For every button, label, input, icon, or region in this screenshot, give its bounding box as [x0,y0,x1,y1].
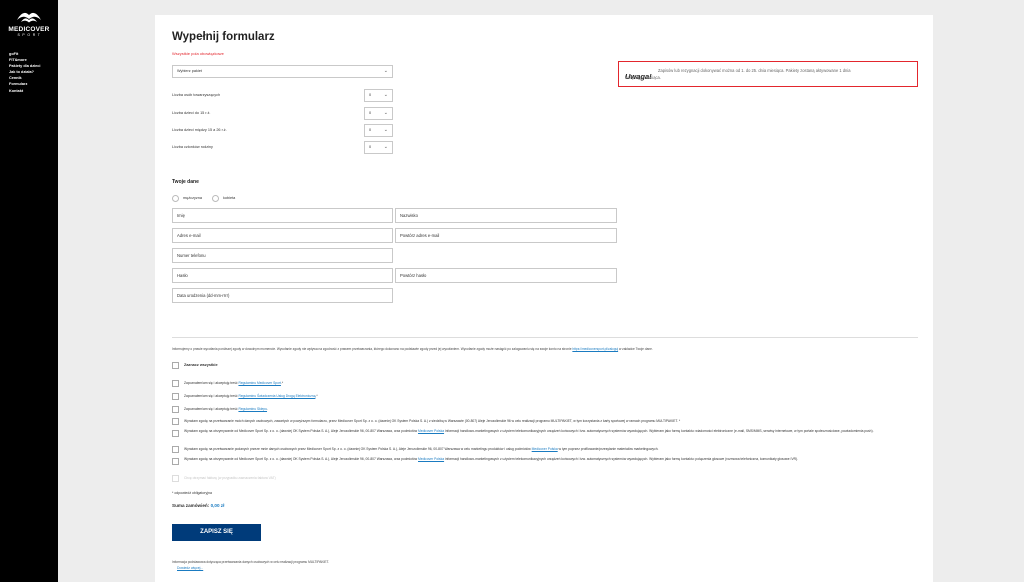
consent-checkbox[interactable] [172,458,179,465]
personal-data-title: Twoje dane [172,179,199,185]
consent-checkbox[interactable] [172,446,179,453]
count-select-kids-15-26[interactable]: 0 ⌄ [364,124,393,137]
learn-more-link[interactable]: Dowiedz więcej... [177,566,203,570]
sidebar: MEDICOVER SPORT goFit FIT&more Pakiety d… [0,0,58,582]
logo[interactable]: MEDICOVER SPORT [0,8,58,38]
order-total-value: 0,00 zł [210,503,225,508]
chevron-down-icon: ⌄ [383,68,388,74]
consent-suffix: informacji handlowo-marketingowych z uży… [444,457,799,461]
consent-info: Informujemy o prawie wycofania poniższej… [172,347,918,351]
e-services-terms-link[interactable]: Regulaminu Świadczenia Usług Drogą Elekt… [238,394,315,398]
select-all-label: Zaznacz wszystkie [184,363,218,367]
invoice-checkbox[interactable] [172,475,179,482]
medicover-polska-link[interactable]: Medicover Polska [418,457,444,461]
chevron-down-icon: ⌄ [383,144,388,150]
login-link[interactable]: https://medicoversport.pl/zaloguj [572,347,618,351]
logo-text: MEDICOVER [8,26,50,33]
notice-text-line2: kolejnego miesiąca. [625,75,661,80]
consent-label: Wyrażam zgodę na otrzymywanie od Medicov… [184,429,914,434]
password-field[interactable]: Hasło [172,268,393,283]
order-total: Suma zamówień: 0,00 zł [172,503,224,508]
count-value: 0 [369,145,372,149]
submit-button[interactable]: ZAPISZ SIĘ [172,524,261,541]
consent-info-text: Informujemy o prawie wycofania poniższej… [172,347,572,351]
count-label-kids-15-26: Liczba dzieci między 15 a 26 r.ż. [172,128,227,132]
chevron-down-icon: ⌄ [383,110,388,116]
form-panel: Wypełnij formularz Wszystkie pola obowią… [155,15,933,582]
logo-subtext: SPORT [17,33,43,37]
invoice-label: Chcę otrzymać fakturę (w przypadku zazna… [184,476,276,480]
count-select-kids-under-15[interactable]: 0 ⌄ [364,107,393,120]
sidebar-nav: goFit FIT&more Pakiety dla dzieci Jak to… [9,51,40,94]
page-title: Wypełnij formularz [172,31,275,43]
required-footnote: * odpowiedź obligatoryjna [172,491,212,495]
consent-label: Wyrażam zgodę na przetwarzanie podanych … [184,447,914,452]
consent-label: Wyrażam zgodę na przetwarzanie moich dan… [184,419,681,423]
gender-female-label: kobieta [223,196,236,200]
email-field[interactable]: Adres e-mail [172,228,393,243]
email-repeat-field[interactable]: Powtórz adres e-mail [395,228,617,243]
consent-label: Zapoznałem/am się i akceptuję treść Regu… [184,381,914,386]
consent-suffix: w tym poprzez profilowanie/przesyłanie m… [558,447,659,451]
count-select-companions[interactable]: 0 ⌄ [364,89,393,102]
chevron-down-icon: ⌄ [383,127,388,133]
consent-text: Wyrażam zgodę na otrzymywanie od Medicov… [184,457,418,461]
consent-checkbox[interactable] [172,430,179,437]
required-note: Wszystkie pola obowiązkowe [172,51,224,56]
consent-checkbox[interactable] [172,418,179,425]
consent-text: Zapoznałem/am się i akceptuję treść [184,394,238,398]
consent-suffix: . [267,407,268,411]
count-value: 0 [369,128,372,132]
consent-suffix: informacji handlowo-marketingowych z uży… [444,429,874,433]
password-repeat-field[interactable]: Powtórz hasło [395,268,617,283]
consent-suffix: .* [280,381,284,385]
gender-male-label: mężczyzna [183,196,202,200]
package-select-value: Wybierz pakiet [177,69,202,73]
order-total-label: Suma zamówień: [172,503,210,508]
consent-text: Zapoznałem/am się i akceptuję treść [184,407,238,411]
medicover-wings-icon [17,12,41,23]
consent-suffix: .* [315,394,318,398]
gender-male-radio[interactable] [172,195,179,202]
medicover-polska-link[interactable]: Medicover Polska [418,429,444,433]
consent-label: Zapoznałem/am się i akceptuję treść Regu… [184,407,914,412]
consent-label: Zapoznałem/am się i akceptuję treść Regu… [184,394,914,399]
divider [172,337,918,338]
last-name-field[interactable]: Nazwisko [395,208,617,223]
terms-link[interactable]: Regulaminu Medicover Sport [238,381,281,385]
count-value: 0 [369,111,372,115]
count-select-family-members[interactable]: 0 ⌄ [364,141,393,154]
select-all-checkbox[interactable] [172,362,179,369]
notice-text-line1: Zapisów lub rezygnacji dokonywać można o… [658,68,851,73]
consent-checkbox[interactable] [172,380,179,387]
count-label-family-members: Liczba członków rodziny [172,145,213,149]
notice-box: Uwaga! Zapisów lub rezygnacji dokonywać … [618,61,918,87]
first-name-field[interactable]: Imię [172,208,393,223]
consent-text: Wyrażam zgodę na otrzymywanie od Medicov… [184,429,418,433]
consent-checkbox[interactable] [172,406,179,413]
medicover-polska-link[interactable]: Medicover Polska [532,447,558,451]
consent-checkbox[interactable] [172,393,179,400]
gender-female-radio[interactable] [212,195,219,202]
shop-terms-link[interactable]: Regulaminu Sklepu [238,407,267,411]
birthdate-field[interactable]: Data urodzenia (dd-mm-rrrr) [172,288,393,303]
consent-label: Wyrażam zgodę na otrzymywanie od Medicov… [184,457,914,462]
chevron-down-icon: ⌄ [383,92,388,98]
count-value: 0 [369,93,372,97]
phone-field[interactable]: Numer telefonu [172,248,393,263]
nav-item-contact[interactable]: Kontakt [9,88,40,94]
consent-text: Zapoznałem/am się i akceptuję treść [184,381,238,385]
privacy-footnote: Informacja podstawowa dotycząca przetwar… [172,560,330,564]
count-label-kids-under-15: Liczba dzieci do 15 r.ż. [172,111,211,115]
consent-info-suffix: w zakładce Twoje dane. [618,347,653,351]
package-select[interactable]: Wybierz pakiet ⌄ [172,65,393,78]
count-label-companions: Liczba osób towarzyszących [172,93,221,97]
consent-text: Wyrażam zgodę na przetwarzanie podanych … [184,447,531,451]
